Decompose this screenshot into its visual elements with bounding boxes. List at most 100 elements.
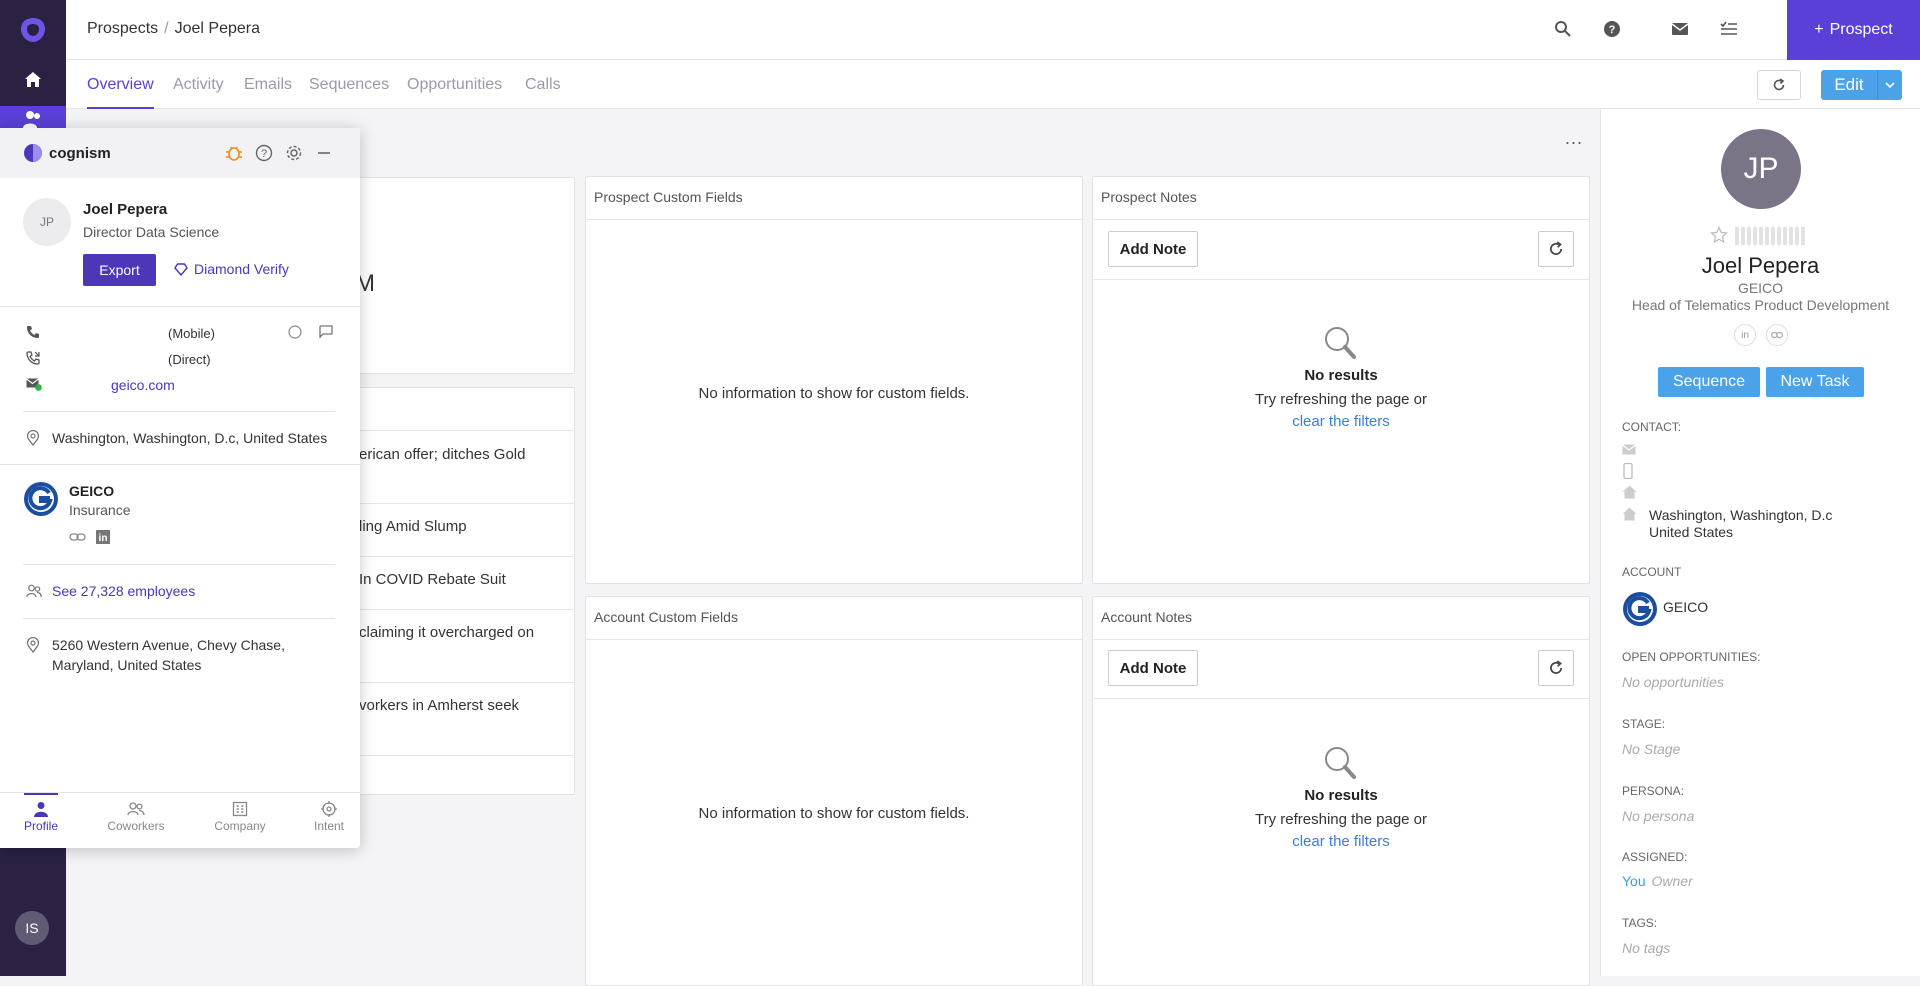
- persona-label: PERSONA:: [1622, 784, 1685, 798]
- assigned-label: ASSIGNED:: [1622, 850, 1688, 864]
- company-domain-link[interactable]: geico.com: [111, 377, 175, 393]
- svg-text:in: in: [99, 533, 108, 544]
- prospect-profile-panel: JP Joel Pepera GEICO Head of Telematics …: [1600, 109, 1920, 976]
- people-icon: [23, 111, 40, 128]
- divider: [23, 618, 335, 619]
- profile-company[interactable]: GEICO: [1601, 280, 1920, 296]
- no-results-title: No results: [1304, 367, 1378, 384]
- plus-icon: +: [1814, 21, 1824, 38]
- add-note-button[interactable]: Add Note: [1108, 650, 1198, 686]
- assigned-you-link[interactable]: You: [1622, 873, 1646, 889]
- geico-logo-icon[interactable]: [1622, 591, 1658, 627]
- see-employees-link[interactable]: See 27,328 employees: [52, 583, 195, 599]
- mail-icon[interactable]: [1671, 20, 1689, 38]
- tasks-icon[interactable]: [1720, 20, 1738, 38]
- cognism-avatar: JP: [23, 198, 71, 246]
- breadcrumb-current: Joel Pepera: [174, 20, 260, 37]
- divider: [1093, 279, 1589, 280]
- home-address-icon: [1622, 507, 1637, 521]
- stage-label: STAGE:: [1622, 717, 1666, 731]
- no-results: No results Try refreshing the page or cl…: [1093, 325, 1589, 430]
- account-name-link[interactable]: GEICO: [1663, 599, 1708, 615]
- clear-filters-link[interactable]: clear the filters: [1093, 833, 1589, 850]
- cognism-tab-intent[interactable]: Intent: [307, 801, 351, 833]
- clear-filters-link[interactable]: clear the filters: [1093, 413, 1589, 430]
- cognism-tab-label: Intent: [313, 819, 345, 833]
- help-icon[interactable]: ?: [1603, 20, 1621, 38]
- export-button[interactable]: Export: [83, 254, 156, 286]
- home-icon[interactable]: [23, 70, 43, 90]
- diamond-verify-label: Diamond Verify: [194, 261, 289, 277]
- add-prospect-label: Prospect: [1829, 21, 1893, 38]
- company-hq-line-1: 5260 Western Avenue, Chevy Chase,: [52, 637, 285, 653]
- cognism-contact-name: Joel Pepera: [83, 201, 168, 218]
- link-icon[interactable]: [69, 532, 87, 542]
- notes-refresh-button[interactable]: [1538, 231, 1574, 267]
- cognism-logo: cognism: [23, 143, 111, 163]
- empty-message: No information to show for custom fields…: [698, 805, 970, 822]
- cognism-tab-profile[interactable]: Profile: [18, 801, 64, 833]
- refresh-icon: [1773, 78, 1785, 91]
- cognism-contact-title: Director Data Science: [83, 224, 220, 240]
- mobile-label: (Mobile): [168, 326, 215, 341]
- magnifier-icon: [1321, 325, 1361, 361]
- refresh-button[interactable]: [1757, 70, 1801, 100]
- cognism-tab-coworkers[interactable]: Coworkers: [100, 801, 172, 833]
- minimize-icon[interactable]: [316, 144, 332, 162]
- app-logo-icon[interactable]: [19, 16, 47, 44]
- direct-phone-icon: [26, 351, 40, 365]
- news-item-text: In COVID Rebate Suit: [359, 571, 506, 588]
- breadcrumb-prospects-link[interactable]: Prospects: [87, 20, 158, 37]
- assigned-value: You Owner: [1622, 873, 1693, 889]
- sequence-button[interactable]: Sequence: [1658, 367, 1760, 397]
- help-icon[interactable]: ?: [255, 144, 273, 162]
- cognism-extension-panel: cognism ? JP Joel Pepera Director Data S…: [0, 128, 360, 848]
- email-icon[interactable]: [1622, 444, 1636, 455]
- geico-logo-icon: [23, 481, 59, 517]
- tab-opportunities[interactable]: Opportunities: [407, 76, 502, 94]
- search-icon[interactable]: [1554, 20, 1572, 38]
- tab-calls[interactable]: Calls: [525, 76, 561, 94]
- tab-activity[interactable]: Activity: [173, 76, 224, 94]
- new-task-button[interactable]: New Task: [1766, 367, 1864, 397]
- mobile-icon[interactable]: [1622, 463, 1634, 479]
- address-line-1: Washington, Washington, D.c: [1649, 507, 1833, 523]
- profile-name: Joel Pepera: [1701, 253, 1820, 278]
- status-circle-icon[interactable]: [288, 325, 302, 339]
- more-options-icon[interactable]: ...: [1565, 128, 1583, 149]
- settings-gear-icon[interactable]: [285, 144, 303, 162]
- open-opportunities-value: No opportunities: [1622, 674, 1724, 690]
- edit-button[interactable]: Edit: [1821, 70, 1877, 100]
- link-icon[interactable]: [1766, 324, 1788, 346]
- user-avatar[interactable]: IS: [15, 911, 49, 945]
- location-pin-icon: [26, 637, 40, 653]
- tab-emails[interactable]: Emails: [244, 76, 292, 94]
- stage-value: No Stage: [1622, 741, 1681, 757]
- flag-icon[interactable]: [318, 325, 334, 339]
- tab-overview[interactable]: Overview: [87, 76, 154, 109]
- edit-dropdown-button[interactable]: [1877, 70, 1902, 100]
- add-note-button[interactable]: Add Note: [1108, 231, 1198, 267]
- divider: [0, 306, 360, 307]
- bug-icon[interactable]: [225, 144, 243, 162]
- star-icon[interactable]: [1710, 226, 1728, 244]
- notes-refresh-button[interactable]: [1538, 650, 1574, 686]
- add-prospect-button[interactable]: + Prospect: [1787, 0, 1920, 60]
- cognism-tab-company[interactable]: Company: [210, 801, 270, 833]
- panel-title: Account Custom Fields: [586, 597, 1082, 640]
- company-industry: Insurance: [69, 502, 131, 518]
- no-results: No results Try refreshing the page or cl…: [1093, 745, 1589, 850]
- profile-title: Head of Telematics Product Development: [1631, 297, 1890, 313]
- tags-value: No tags: [1622, 940, 1671, 956]
- diamond-verify-link[interactable]: Diamond Verify: [174, 261, 289, 277]
- top-bar: Prospects / Joel Pepera ? + Prospect: [66, 0, 1920, 60]
- divider: [23, 411, 335, 412]
- tab-sequences[interactable]: Sequences: [309, 76, 389, 94]
- linkedin-icon[interactable]: in: [1734, 324, 1756, 346]
- empty-message: No information to show for custom fields…: [698, 385, 970, 402]
- profile-avatar: JP: [1721, 129, 1801, 209]
- building-icon: [232, 801, 248, 817]
- target-icon: [321, 801, 337, 817]
- address-line-2: United States: [1649, 524, 1734, 540]
- linkedin-icon[interactable]: in: [96, 530, 110, 544]
